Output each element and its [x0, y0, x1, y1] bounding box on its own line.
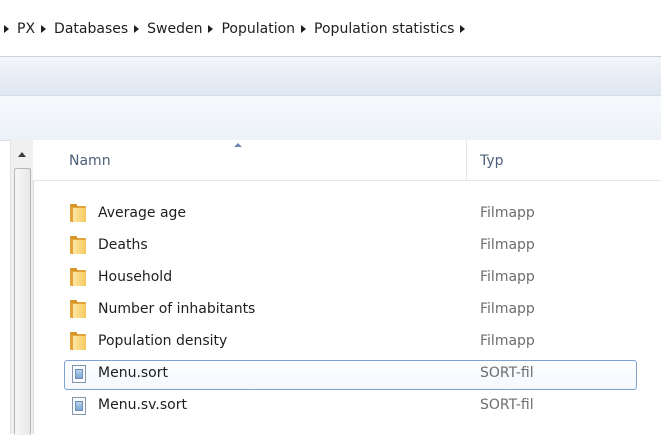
- file-row[interactable]: Deaths Filmapp: [64, 231, 637, 263]
- file-name: Average age: [98, 205, 187, 221]
- toolbar: [0, 57, 661, 96]
- breadcrumb-item-databases[interactable]: Databases: [54, 21, 128, 37]
- file-row[interactable]: Population density Filmapp: [64, 327, 637, 359]
- file-row[interactable]: Household Filmapp: [64, 263, 637, 295]
- sort-ascending-icon: [234, 143, 242, 147]
- file-row[interactable]: Average age Filmapp: [64, 199, 637, 231]
- folder-icon: [70, 236, 88, 254]
- column-header-type[interactable]: Typ: [467, 140, 661, 180]
- file-type: Filmapp: [480, 333, 535, 349]
- breadcrumb-item-population-statistics[interactable]: Population statistics: [314, 21, 454, 37]
- folder-icon: [70, 204, 88, 222]
- arrow-up-icon: [18, 151, 26, 157]
- chevron-right-icon[interactable]: [460, 25, 466, 33]
- file-name: Number of inhabitants: [98, 301, 256, 317]
- column-header: Namn Typ: [33, 140, 661, 181]
- file-type: SORT-fil: [480, 397, 534, 413]
- file-name: Population density: [98, 333, 228, 349]
- folder-icon: [70, 300, 88, 318]
- scroll-thumb[interactable]: [14, 168, 31, 435]
- file-type: Filmapp: [480, 269, 535, 285]
- file-name: Household: [98, 269, 173, 285]
- folder-icon: [70, 332, 88, 350]
- file-list: Average age Filmapp Deaths Filmapp House…: [64, 199, 661, 423]
- vertical-scrollbar[interactable]: [10, 140, 34, 435]
- chevron-right-icon[interactable]: [41, 25, 47, 33]
- file-name: Menu.sort: [98, 365, 168, 381]
- file-icon: [70, 397, 88, 415]
- file-type: SORT-fil: [480, 365, 534, 381]
- file-type: Filmapp: [480, 237, 535, 253]
- address-bar: PX Databases Sweden Population Populatio…: [0, 0, 661, 57]
- file-row-selected[interactable]: Menu.sort SORT-fil: [64, 359, 637, 391]
- file-type: Filmapp: [480, 205, 535, 221]
- breadcrumb-item-sweden[interactable]: Sweden: [147, 21, 202, 37]
- toolbar-secondary: [0, 96, 661, 141]
- file-row[interactable]: Number of inhabitants Filmapp: [64, 295, 637, 327]
- breadcrumb-item-population[interactable]: Population: [221, 21, 295, 37]
- chevron-right-icon[interactable]: [134, 25, 140, 33]
- chevron-right-icon[interactable]: [208, 25, 214, 33]
- chevron-right-icon[interactable]: [301, 25, 307, 33]
- file-type: Filmapp: [480, 301, 535, 317]
- column-header-name[interactable]: Namn: [33, 140, 467, 180]
- file-name: Deaths: [98, 237, 148, 253]
- folder-icon: [70, 268, 88, 286]
- breadcrumb: PX Databases Sweden Population Populatio…: [0, 18, 473, 40]
- column-header-name-label: Namn: [69, 153, 111, 169]
- column-header-type-label: Typ: [480, 153, 504, 169]
- chevron-right-icon[interactable]: [4, 25, 9, 33]
- scroll-up-button[interactable]: [11, 144, 33, 164]
- file-icon: [70, 365, 88, 383]
- file-name: Menu.sv.sort: [98, 397, 187, 413]
- file-row[interactable]: Menu.sv.sort SORT-fil: [64, 391, 637, 423]
- breadcrumb-item-px[interactable]: PX: [17, 21, 35, 37]
